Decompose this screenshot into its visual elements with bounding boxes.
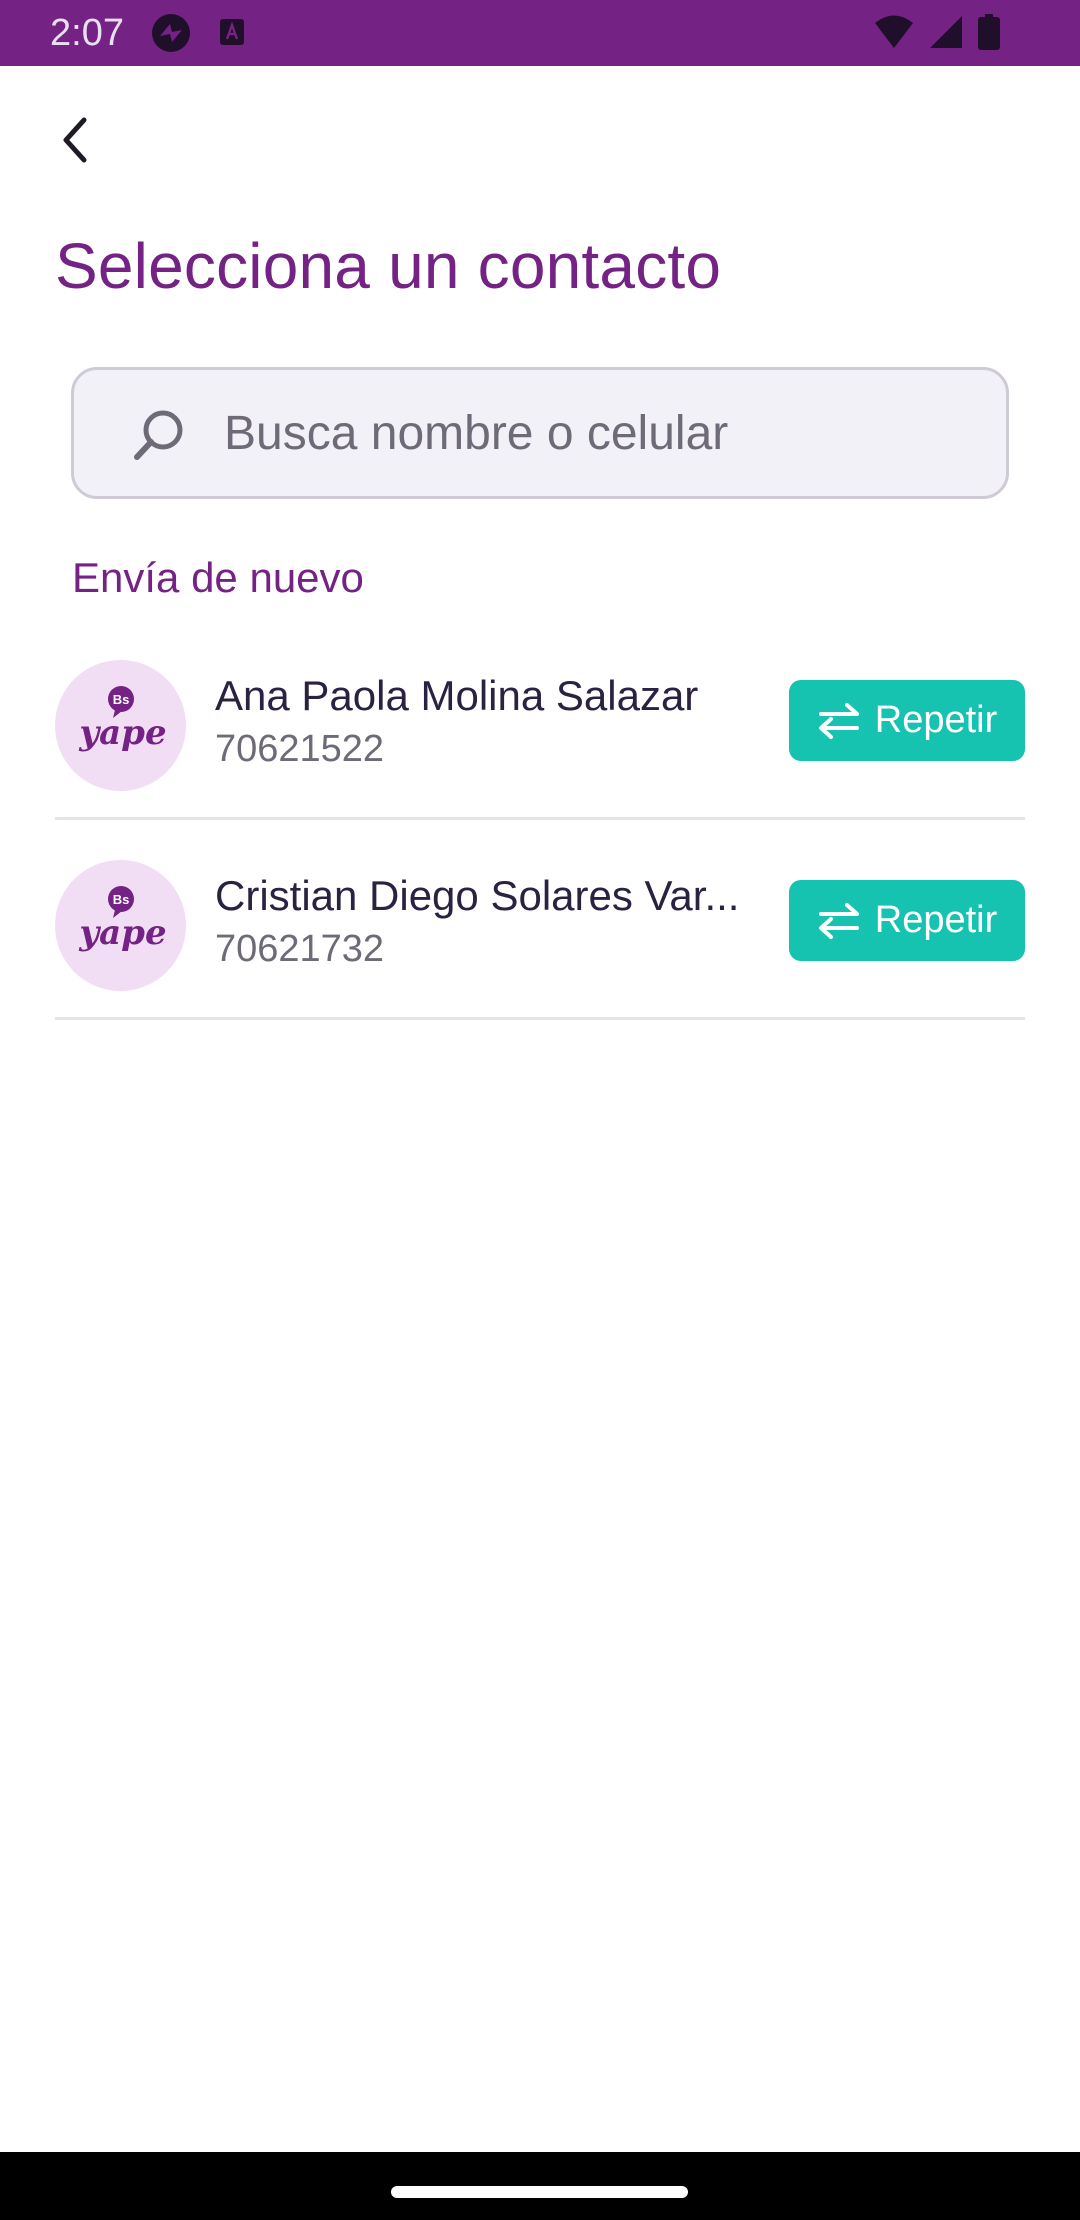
avatar-badge: Bs <box>113 692 130 707</box>
avatar-text: yape <box>78 713 166 753</box>
chevron-left-icon <box>63 117 87 163</box>
avatar: Bs yape <box>55 860 186 991</box>
repeat-button-label: Repetir <box>874 699 998 741</box>
search-input[interactable] <box>224 370 984 496</box>
avatar: Bs yape <box>55 660 186 791</box>
back-button[interactable] <box>50 112 106 168</box>
swap-arrows-icon <box>818 902 859 939</box>
repeat-button[interactable]: Repetir <box>789 680 1025 761</box>
status-icons <box>874 14 1000 50</box>
battery-icon <box>978 14 1000 50</box>
signal-icon <box>930 16 962 48</box>
app-notification-icon <box>152 14 190 52</box>
search-box[interactable] <box>71 367 1009 499</box>
contact-name: Ana Paola Molina Salazar <box>215 672 699 719</box>
home-indicator[interactable] <box>391 2186 688 2198</box>
repeat-button[interactable]: Repetir <box>789 880 1025 961</box>
contact-row[interactable]: Bs yape Ana Paola Molina Salazar 7062152… <box>55 660 1025 820</box>
yape-logo-icon: Bs yape <box>78 686 167 753</box>
wifi-icon <box>875 15 913 48</box>
swap-arrows-icon <box>818 702 859 739</box>
repeat-button-label: Repetir <box>874 899 998 941</box>
avatar-badge: Bs <box>113 892 130 907</box>
page-title: Selecciona un contacto <box>55 230 722 302</box>
avatar-text: yape <box>78 913 166 953</box>
section-label-recent: Envía de nuevo <box>72 554 364 601</box>
contact-row[interactable]: Bs yape Cristian Diego Solares Var... 70… <box>55 860 1025 1020</box>
contact-name: Cristian Diego Solares Var... <box>215 872 740 919</box>
app-notification-icon <box>220 19 244 45</box>
search-icon <box>134 410 183 460</box>
status-time: 2:07 <box>50 12 124 54</box>
yape-logo-icon: Bs yape <box>78 886 167 953</box>
contact-phone: 70621522 <box>215 728 385 770</box>
contact-phone: 70621732 <box>215 928 385 970</box>
status-bar: 2:07 <box>0 0 1080 66</box>
